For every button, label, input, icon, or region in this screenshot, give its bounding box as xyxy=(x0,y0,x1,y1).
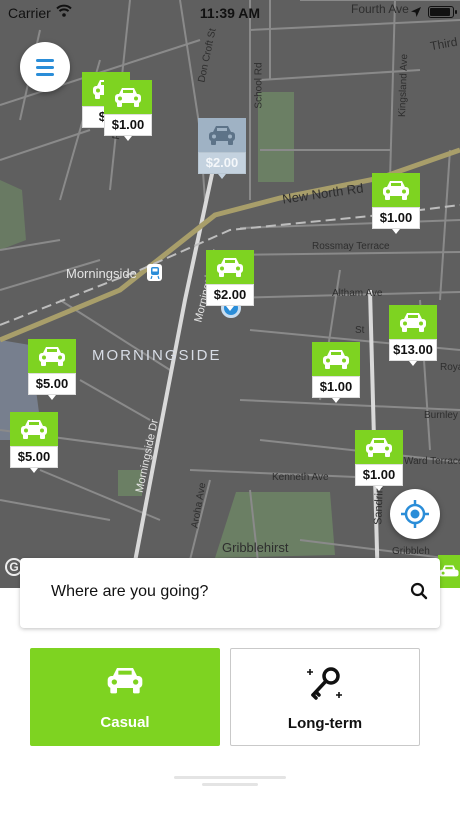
app-root: Fourth Ave Third A Don Croft St School R… xyxy=(0,0,460,818)
car-icon xyxy=(355,430,403,464)
parking-marker[interactable]: $13.00 xyxy=(389,305,437,366)
parking-marker[interactable]: $2.00 xyxy=(206,250,254,311)
long-term-mode-label: Long-term xyxy=(287,715,363,732)
parking-marker[interactable]: $1.00 xyxy=(355,430,403,491)
car-icon xyxy=(198,118,246,152)
parking-price: $5.00 xyxy=(10,446,58,468)
location-arrow-icon xyxy=(410,5,422,21)
car-icon xyxy=(438,555,460,588)
street-label: Rossmay Terrace xyxy=(312,241,390,252)
battery-icon xyxy=(428,6,457,18)
search-icon[interactable] xyxy=(410,582,428,605)
street-label: Kingsland Ave xyxy=(397,53,411,118)
car-icon xyxy=(206,250,254,284)
station-label: Morningside xyxy=(66,266,137,281)
parking-price: $1.00 xyxy=(372,207,420,229)
car-icon xyxy=(105,664,145,700)
parking-marker[interactable]: $5.00 xyxy=(28,339,76,400)
street-label: St xyxy=(355,325,365,336)
car-icon xyxy=(372,173,420,207)
casual-mode-button[interactable]: Casual xyxy=(30,648,220,746)
street-label: School Rd xyxy=(253,62,265,109)
street-label: Gribbleh xyxy=(392,546,430,557)
parking-price: $2.00 xyxy=(198,152,246,174)
street-label: Altham Ave xyxy=(332,288,383,299)
parking-price: $2.00 xyxy=(206,284,254,306)
street-label: Burnley xyxy=(424,410,458,421)
parking-price: $13.00 xyxy=(389,339,437,361)
car-icon xyxy=(28,339,76,373)
search-placeholder: Where are you going? xyxy=(51,583,209,600)
crosshair-locate-icon xyxy=(401,500,429,528)
parking-price: $1.00 xyxy=(355,464,403,486)
car-icon xyxy=(389,305,437,339)
car-icon xyxy=(10,412,58,446)
car-icon xyxy=(312,342,360,376)
map-view[interactable]: Fourth Ave Third A Don Croft St School R… xyxy=(0,0,460,588)
key-icon xyxy=(305,665,345,701)
parking-marker-partial[interactable] xyxy=(438,555,460,588)
area-label: MORNINGSIDE xyxy=(92,347,222,364)
parking-marker[interactable]: $1.00 xyxy=(104,80,152,141)
suburb-label: Gribblehirst xyxy=(222,540,289,555)
parking-price: $1.00 xyxy=(104,114,152,136)
clock-time: 11:39 AM xyxy=(199,5,261,21)
street-label: Sandrin xyxy=(372,486,386,526)
parking-marker[interactable]: $1.00 xyxy=(312,342,360,403)
train-station-icon xyxy=(147,264,162,281)
street-label: Kenneth Ave xyxy=(272,472,329,483)
hamburger-menu-icon xyxy=(36,58,54,76)
car-icon xyxy=(104,80,152,114)
menu-button[interactable] xyxy=(20,42,70,92)
drawer-handle[interactable] xyxy=(174,776,286,786)
parking-marker[interactable]: $5.00 xyxy=(10,412,58,473)
long-term-mode-button[interactable]: Long-term xyxy=(230,648,420,746)
street-label: Ward Terrace xyxy=(404,456,460,467)
parking-price: $1.00 xyxy=(312,376,360,398)
street-label: Roya xyxy=(440,362,460,373)
status-bar: Carrier 11:39 AM xyxy=(0,0,460,24)
parking-marker[interactable]: $1.00 xyxy=(372,173,420,234)
parking-price: $5.00 xyxy=(28,373,76,395)
locate-me-button[interactable] xyxy=(390,489,440,539)
casual-mode-label: Casual xyxy=(100,714,150,731)
destination-search[interactable]: Where are you going? xyxy=(20,558,440,628)
parking-marker[interactable]: $2.00 xyxy=(198,118,246,179)
